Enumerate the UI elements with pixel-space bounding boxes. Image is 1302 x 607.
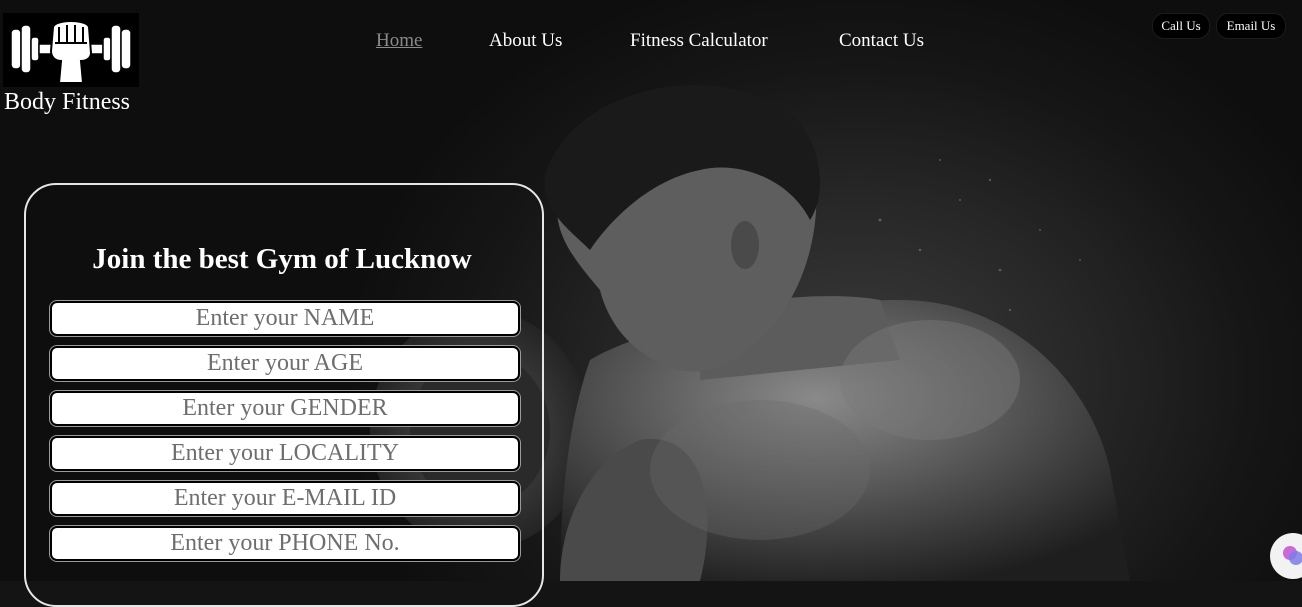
call-us-button[interactable]: Call Us — [1152, 13, 1210, 39]
signup-title: Join the best Gym of Lucknow — [92, 243, 472, 275]
age-input[interactable] — [50, 346, 520, 381]
nav-about-us[interactable]: About Us — [489, 30, 562, 52]
email-input[interactable] — [50, 481, 520, 516]
phone-input[interactable] — [50, 526, 520, 561]
name-input[interactable] — [50, 301, 520, 336]
brand-name[interactable]: Body Fitness — [4, 88, 130, 116]
email-us-button[interactable]: Email Us — [1216, 13, 1286, 39]
nav-fitness-calculator[interactable]: Fitness Calculator — [630, 30, 768, 52]
nav-home[interactable]: Home — [376, 30, 422, 52]
fist-dumbbell-logo — [10, 20, 132, 84]
gender-input[interactable] — [50, 391, 520, 426]
assistant-widget-icon — [1283, 546, 1302, 565]
brand-logo[interactable] — [3, 13, 139, 87]
nav-contact-us[interactable]: Contact Us — [839, 30, 924, 52]
locality-input[interactable] — [50, 436, 520, 471]
